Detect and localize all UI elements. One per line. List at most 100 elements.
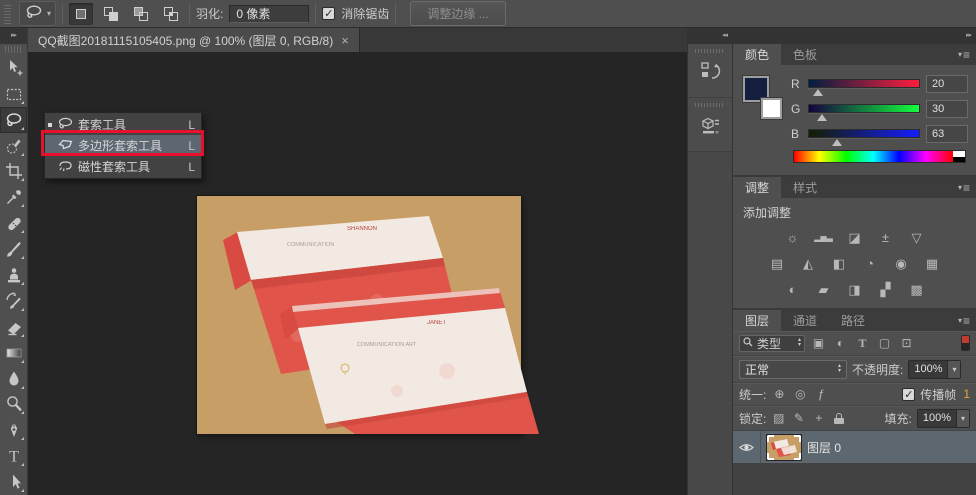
exposure-icon[interactable]: ± bbox=[875, 229, 897, 246]
tab-swatches[interactable]: 色板 bbox=[781, 44, 829, 65]
unify-position-icon[interactable]: ⊕ bbox=[771, 387, 787, 401]
red-slider-thumb[interactable] bbox=[813, 89, 823, 96]
spot-healing-brush-tool-button[interactable] bbox=[0, 210, 27, 236]
black-white-icon[interactable]: ◧ bbox=[828, 255, 850, 272]
lock-position-icon[interactable]: + bbox=[811, 411, 826, 425]
adjustment-layer-filter-icon[interactable]: ◐ bbox=[832, 336, 849, 350]
fill-field[interactable]: 100% ▾ bbox=[917, 409, 970, 428]
crop-tool-button[interactable] bbox=[0, 159, 27, 185]
pen-tool-button[interactable] bbox=[0, 417, 27, 443]
invert-icon[interactable]: ◐ bbox=[782, 281, 804, 298]
curves-icon[interactable]: ◪ bbox=[844, 229, 866, 246]
clone-stamp-tool-button[interactable] bbox=[0, 262, 27, 288]
blue-slider[interactable] bbox=[808, 129, 920, 138]
tab-layers[interactable]: 图层 bbox=[733, 310, 781, 331]
red-value-field[interactable]: 20 bbox=[926, 75, 968, 93]
photo-filter-icon[interactable]: ◔ bbox=[859, 255, 881, 272]
background-color-swatch[interactable] bbox=[761, 98, 782, 119]
tool-preset-picker[interactable]: ▾ bbox=[19, 1, 56, 26]
blue-value-field[interactable]: 63 bbox=[926, 125, 968, 143]
tools-panel-grip[interactable] bbox=[5, 46, 22, 53]
propagate-frame-checkbox[interactable]: ✓ bbox=[902, 388, 915, 401]
eyedropper-tool-button[interactable] bbox=[0, 184, 27, 210]
red-slider[interactable] bbox=[808, 79, 920, 88]
blur-tool-button[interactable] bbox=[0, 366, 27, 392]
options-bar-grip[interactable] bbox=[4, 4, 11, 24]
brightness-contrast-icon[interactable]: ☼ bbox=[782, 229, 804, 246]
blend-mode-dropdown[interactable]: 正常 ▴▾ bbox=[739, 360, 847, 379]
properties-panel-button[interactable] bbox=[688, 98, 732, 152]
lock-all-icon[interactable] bbox=[834, 413, 844, 424]
lasso-tool-button[interactable] bbox=[0, 107, 27, 133]
tab-channels[interactable]: 通道 bbox=[781, 310, 829, 331]
green-slider[interactable] bbox=[808, 104, 920, 113]
lock-pixels-icon[interactable]: ✎ bbox=[791, 411, 806, 425]
vibrance-icon[interactable]: ▽ bbox=[906, 229, 928, 246]
layer-name[interactable]: 图层 0 bbox=[807, 431, 841, 463]
type-layer-filter-icon[interactable]: T bbox=[854, 336, 871, 351]
rectangular-marquee-tool-button[interactable] bbox=[0, 81, 27, 107]
green-slider-thumb[interactable] bbox=[817, 114, 827, 121]
panel-menu-button[interactable]: ▾≡ bbox=[958, 310, 976, 331]
panel-menu-button[interactable]: ▾≡ bbox=[958, 177, 976, 198]
intersect-selection-button[interactable] bbox=[159, 3, 183, 25]
eraser-tool-button[interactable] bbox=[0, 314, 27, 340]
layer-filter-toggle[interactable] bbox=[961, 335, 970, 351]
tab-paths[interactable]: 路径 bbox=[829, 310, 877, 331]
color-lookup-icon[interactable]: ▦ bbox=[921, 255, 943, 272]
quick-selection-tool-button[interactable] bbox=[0, 133, 27, 159]
color-spectrum-ramp[interactable] bbox=[793, 150, 966, 163]
filter-type-dropdown[interactable]: 类型 ▴▾ bbox=[739, 335, 805, 352]
pasteboard[interactable]: SHANNON COMMUNICATION JANET COMMUNICATIO… bbox=[28, 52, 687, 495]
brush-tool-button[interactable] bbox=[0, 236, 27, 262]
history-brush-tool-button[interactable] bbox=[0, 288, 27, 314]
chevron-down-icon[interactable]: ▾ bbox=[956, 410, 969, 427]
chevron-down-icon[interactable]: ▾ bbox=[947, 361, 960, 378]
pixel-layer-filter-icon[interactable]: ▣ bbox=[810, 336, 827, 350]
channel-mixer-icon[interactable]: ◉ bbox=[890, 255, 912, 272]
smart-object-filter-icon[interactable]: ⊡ bbox=[898, 336, 915, 350]
document-tab[interactable]: QQ截图20181115105405.png @ 100% (图层 0, RGB… bbox=[28, 28, 360, 52]
dock-collapse-button[interactable]: ▸▸ bbox=[733, 28, 976, 44]
path-selection-tool-button[interactable] bbox=[0, 469, 27, 495]
lock-transparency-icon[interactable]: ▨ bbox=[771, 411, 786, 425]
posterize-icon[interactable]: ▰ bbox=[813, 281, 835, 298]
selective-color-icon[interactable]: ▩ bbox=[906, 281, 928, 298]
antialias-checkbox[interactable]: ✓ bbox=[322, 7, 335, 20]
menu-item-polygonal-lasso[interactable]: 多边形套索工具 L bbox=[45, 135, 201, 156]
add-to-selection-button[interactable] bbox=[99, 3, 123, 25]
gradient-tool-button[interactable] bbox=[0, 340, 27, 366]
feather-input[interactable]: 0 像素 bbox=[229, 5, 309, 23]
history-panel-button[interactable] bbox=[688, 44, 732, 98]
menu-item-lasso[interactable]: 套索工具 L bbox=[45, 114, 201, 135]
subtract-from-selection-button[interactable] bbox=[129, 3, 153, 25]
layer-thumbnail[interactable] bbox=[767, 435, 801, 460]
opacity-field[interactable]: 100% ▾ bbox=[908, 360, 961, 379]
tools-panel-expand-button[interactable]: ▸▸ bbox=[0, 28, 27, 44]
panel-menu-button[interactable]: ▾≡ bbox=[958, 44, 976, 65]
close-tab-icon[interactable]: × bbox=[341, 33, 349, 48]
levels-icon[interactable]: ▂▅▃ bbox=[813, 229, 835, 246]
layer-visibility-toggle[interactable] bbox=[733, 431, 761, 463]
tab-styles[interactable]: 样式 bbox=[781, 177, 829, 198]
new-selection-button[interactable] bbox=[69, 3, 93, 25]
move-tool-button[interactable] bbox=[0, 55, 27, 81]
gradient-map-icon[interactable]: ▞ bbox=[875, 281, 897, 298]
horizontal-type-tool-button[interactable]: T bbox=[0, 443, 27, 469]
unify-effects-icon[interactable]: ƒ bbox=[813, 387, 829, 401]
dock-strip-expand-button[interactable]: ◂◂ bbox=[688, 28, 732, 44]
hue-saturation-icon[interactable]: ▤ bbox=[766, 255, 788, 272]
black-swatch[interactable] bbox=[953, 157, 965, 163]
canvas-image[interactable]: SHANNON COMMUNICATION JANET COMMUNICATIO… bbox=[197, 196, 521, 434]
threshold-icon[interactable]: ◨ bbox=[844, 281, 866, 298]
tab-color[interactable]: 颜色 bbox=[733, 44, 781, 65]
tab-adjustments[interactable]: 调整 bbox=[733, 177, 781, 198]
dodge-tool-button[interactable] bbox=[0, 392, 27, 418]
refine-edge-button[interactable]: 调整边缘 ... bbox=[410, 1, 505, 26]
color-balance-icon[interactable]: ◭ bbox=[797, 255, 819, 272]
menu-item-magnetic-lasso[interactable]: 磁性套索工具 L bbox=[45, 156, 201, 177]
layer-row-0[interactable]: 图层 0 bbox=[733, 431, 976, 463]
unify-visibility-icon[interactable]: ◎ bbox=[792, 387, 808, 401]
green-value-field[interactable]: 30 bbox=[926, 100, 968, 118]
shape-layer-filter-icon[interactable]: ▢ bbox=[876, 336, 893, 350]
